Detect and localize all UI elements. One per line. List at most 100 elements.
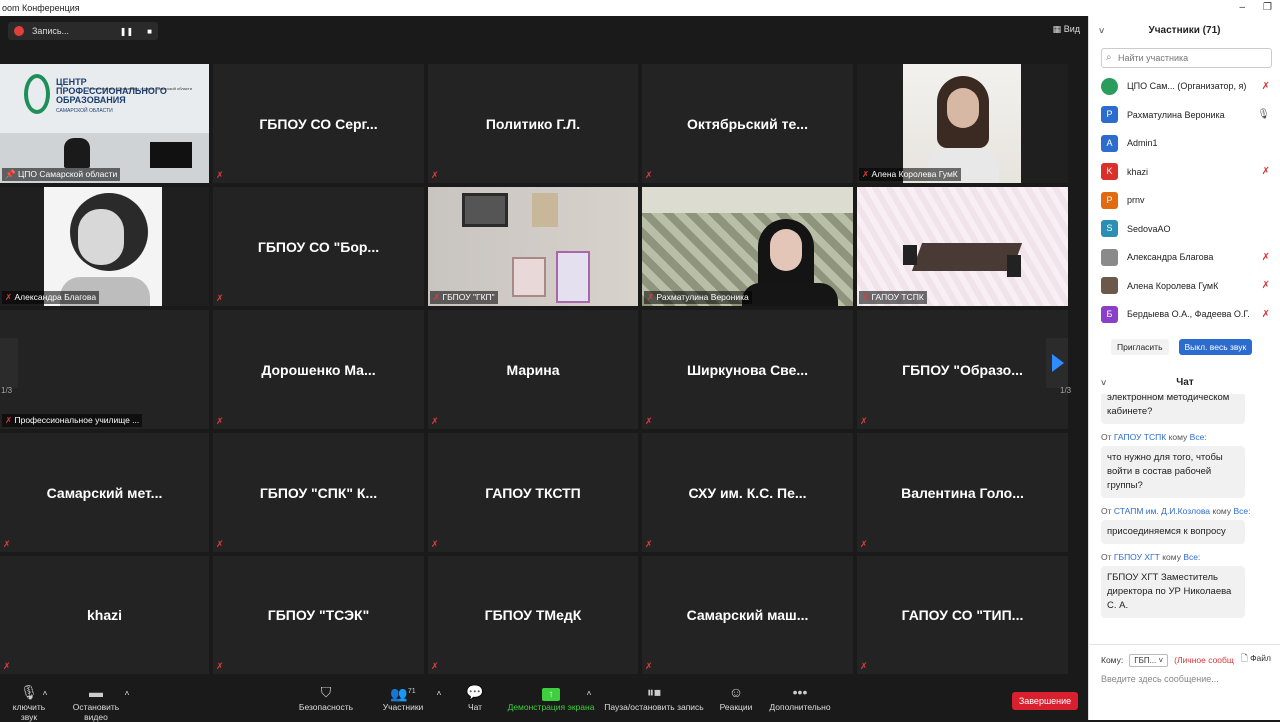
participant-tile[interactable]: Октябрьский те... ✗ xyxy=(642,64,853,183)
pause-recording-button[interactable]: ❚❚ xyxy=(120,27,133,36)
participant-label: ✗ ГБПОУ "ГКП" xyxy=(430,291,498,304)
participant-name: Октябрьский те... xyxy=(687,115,808,132)
share-screen-label: Демонстрация экрана xyxy=(507,702,595,712)
participant-tile[interactable]: ГБПОУ СО Серг... ✗ xyxy=(213,64,424,183)
mic-options-caret[interactable]: ˄ xyxy=(38,688,52,698)
chat-messages: электронном методическом кабинете? От ГАП… xyxy=(1089,394,1280,639)
participant-row[interactable]: Р Рахматулина Вероника 🎙 xyxy=(1089,101,1280,130)
mic-muted-icon: ✗ xyxy=(645,661,653,671)
minimize-button[interactable]: – xyxy=(1239,0,1245,16)
participant-tile[interactable]: ГАПОУ ТКСТП ✗ xyxy=(428,433,638,552)
participant-tile[interactable]: ГАПОУ СО "ТИП... ✗ xyxy=(857,556,1068,674)
participant-search-input[interactable]: ⌕ Найти участника xyxy=(1101,48,1272,68)
to-label: Кому: xyxy=(1101,655,1124,665)
participant-tile[interactable]: Ширкунова Све... ✗ xyxy=(642,310,853,429)
participant-tile[interactable]: ГБПОУ ТМедК ✗ xyxy=(428,556,638,674)
participant-tile[interactable]: Валентина Голо... ✗ xyxy=(857,433,1068,552)
chat-footer: Кому: ГБП... ˅ (Личное сообщ 🗋 Файл Введ… xyxy=(1089,644,1280,720)
mic-muted-icon: ✗ xyxy=(860,539,868,549)
chat-title: Чат xyxy=(1176,377,1194,388)
participant-tile[interactable]: Политико Г.Л. ✗ xyxy=(428,64,638,183)
mic-muted-icon: ✗ xyxy=(645,170,653,180)
window-title: oom Конференция xyxy=(2,3,80,13)
participant-tile[interactable]: ✗ Профессиональное училище ... xyxy=(0,310,209,429)
avatar: K xyxy=(1101,163,1118,181)
participant-tile[interactable]: Самарский маш... ✗ xyxy=(642,556,853,674)
participant-name: Политико Г.Л. xyxy=(485,115,581,132)
participant-tile[interactable]: ГБПОУ "Образо... ✗ xyxy=(857,310,1068,429)
mute-all-button[interactable]: Выкл. весь звук xyxy=(1178,338,1253,355)
participant-name: ЦПО Самарской области xyxy=(17,169,118,179)
participant-tile[interactable]: ГБПОУ СО "Бор... ✗ xyxy=(213,187,424,306)
participant-row[interactable]: Б Бердыева О.А., Фадеева О.Г. ✗ xyxy=(1089,300,1280,329)
chat-message: электронном методическом кабинете? xyxy=(1101,394,1245,424)
chat-button[interactable]: 💬 Чат xyxy=(460,682,490,712)
more-button[interactable]: ••• Дополнительно xyxy=(766,682,834,712)
maximize-button[interactable]: ❐ xyxy=(1263,0,1272,16)
participant-row[interactable]: Александра Благова ✗ xyxy=(1089,243,1280,272)
collapse-chevron-icon[interactable]: ˅ xyxy=(1099,16,1104,46)
pause-stop-recording-button[interactable]: ⏸⏹ Пауза/остановить запись xyxy=(602,682,706,712)
participant-name: Бердыева О.А., Фадеева О.Г. xyxy=(1127,309,1250,320)
participants-button[interactable]: 👥71 Участники xyxy=(378,682,428,712)
participant-tile[interactable]: СХУ им. К.С. Пе... ✗ xyxy=(642,433,853,552)
security-button[interactable]: ⛉ Безопасность xyxy=(296,682,356,712)
microphone-icon: 🎙 xyxy=(1257,109,1270,121)
caret-up-icon: ˄ xyxy=(436,688,442,698)
mic-muted-icon: ✗ xyxy=(216,170,224,180)
mic-muted-icon: ✗ xyxy=(3,539,11,549)
participant-tile[interactable]: Самарский мет... ✗ xyxy=(0,433,209,552)
file-button[interactable]: 🗋 Файл xyxy=(1241,653,1271,667)
participant-tile[interactable]: ЦЕНТР ПРОФЕССИОНАЛЬНОГО ОБРАЗОВАНИЯ САМАРСК… xyxy=(0,64,209,183)
participants-icon: 👥71 xyxy=(390,685,416,702)
recording-icon xyxy=(14,26,24,36)
mic-muted-icon: ✗ xyxy=(860,661,868,671)
participant-tile[interactable]: ✗ Алена Королева ГумК xyxy=(857,64,1068,183)
participant-label: ✗ ГАПОУ ТСПК xyxy=(859,291,927,304)
mic-muted-icon: ✗ xyxy=(3,661,11,671)
participant-row[interactable]: ЦПО Сам... (Организатор, я) ✗ xyxy=(1089,72,1280,101)
mic-muted-icon: ✗ xyxy=(1261,80,1270,92)
participant-tile[interactable]: ГБПОУ "ТСЭК" ✗ xyxy=(213,556,424,674)
collapse-chevron-icon[interactable]: ˅ xyxy=(1101,372,1106,394)
prev-page-button[interactable] xyxy=(0,338,18,388)
reactions-button[interactable]: ☺ Реакции xyxy=(716,682,756,712)
mic-muted-icon: ✗ xyxy=(645,539,653,549)
participant-tile[interactable]: ✗ ГАПОУ ТСПК xyxy=(857,187,1068,306)
participant-name: СХУ им. К.С. Пе... xyxy=(688,484,807,501)
cpo-logo xyxy=(24,74,50,114)
participant-tile[interactable]: Дорошенко Ма... ✗ xyxy=(213,310,424,429)
mic-muted-icon: ✗ xyxy=(216,539,224,549)
participant-name: khazi xyxy=(1127,166,1149,177)
mic-muted-icon: ✗ xyxy=(431,170,439,180)
participant-tile[interactable]: ✗ ГБПОУ "ГКП" xyxy=(428,187,638,306)
invite-button[interactable]: Пригласить xyxy=(1111,338,1169,355)
participant-tile[interactable]: khazi ✗ xyxy=(0,556,209,674)
participant-row[interactable]: Kkhazi ✗ xyxy=(1089,158,1280,187)
participant-row[interactable]: Алена Королева ГумК ✗ xyxy=(1089,272,1280,301)
participants-caret[interactable]: ˄ xyxy=(432,688,446,698)
stop-recording-button[interactable]: ■ xyxy=(147,27,152,36)
participant-name: SedovaAO xyxy=(1127,223,1171,234)
participant-row[interactable]: A Admin1 xyxy=(1089,129,1280,158)
share-options-caret[interactable]: ˄ xyxy=(582,688,596,698)
avatar: P xyxy=(1101,191,1118,209)
video-feed xyxy=(857,187,1068,306)
view-button[interactable]: ▦ Вид xyxy=(1053,24,1080,35)
participant-tile[interactable]: ✗ Александра Благова xyxy=(0,187,209,306)
participant-tile[interactable]: ✗ Рахматулина Вероника xyxy=(642,187,853,306)
participant-name: ГБПОУ "ГКП" xyxy=(442,292,495,302)
next-page-button[interactable] xyxy=(1046,338,1068,388)
video-options-caret[interactable]: ˄ xyxy=(120,688,134,698)
end-meeting-button[interactable]: Завершение xyxy=(1012,692,1078,710)
page-indicator-left: 1/3 xyxy=(1,386,13,395)
participant-label: ✗ Александра Благова xyxy=(2,291,100,304)
chat-compose-input[interactable]: Введите здесь сообщение... xyxy=(1089,667,1280,691)
participant-tile[interactable]: Марина ✗ xyxy=(428,310,638,429)
mic-muted-icon: ✗ xyxy=(1261,280,1270,292)
pause-stop-icon: ⏸⏹ xyxy=(647,684,661,700)
recipient-select[interactable]: ГБП... ˅ xyxy=(1129,653,1169,667)
participant-tile[interactable]: ГБПОУ "СПК" К... ✗ xyxy=(213,433,424,552)
participant-row[interactable]: S SedovaAO xyxy=(1089,215,1280,244)
participant-row[interactable]: Pprnv xyxy=(1089,186,1280,215)
